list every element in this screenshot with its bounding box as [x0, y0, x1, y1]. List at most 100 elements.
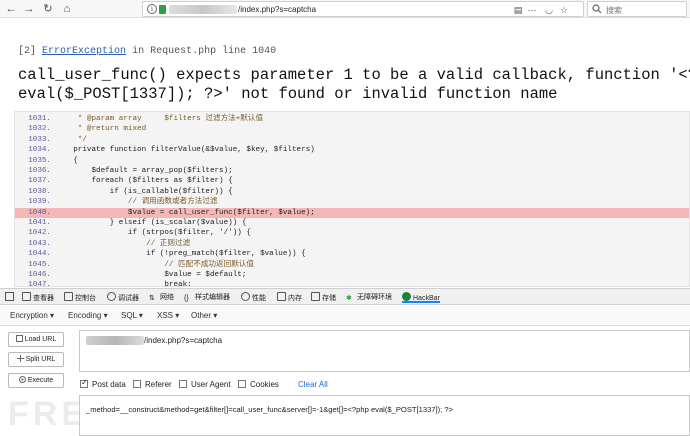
cookies-checkbox[interactable]: Cookies — [238, 380, 279, 389]
error-index: [2] — [18, 46, 37, 57]
line-number: 1040. — [28, 208, 51, 217]
line-number: 1041. — [28, 219, 51, 227]
line-number: 1043. — [28, 239, 51, 248]
search-placeholder: 搜索 — [606, 6, 622, 15]
back-icon[interactable]: ← — [4, 2, 18, 16]
post-data-value[interactable]: _method=__construct&method=get&filter[]=… — [86, 405, 453, 414]
address-bar[interactable]: i /index.php?s=captcha ▤ ··· ◡ ☆ — [142, 1, 584, 17]
more-actions-icon[interactable]: ··· — [527, 5, 537, 15]
style-editor-icon: {} — [184, 295, 189, 302]
browser-toolbar: ← → ↻ ⌂ i /index.php?s=captcha ▤ ··· ◡ ☆… — [0, 0, 690, 18]
checkbox-icon[interactable] — [133, 380, 141, 388]
clear-all-link[interactable]: Clear All — [298, 380, 328, 389]
search-box[interactable]: 搜索 — [587, 1, 687, 17]
info-icon[interactable]: i — [147, 4, 157, 14]
tab-memory[interactable]: 内存 — [277, 292, 302, 303]
pocket-icon[interactable]: ◡ — [544, 5, 554, 15]
menu-other[interactable]: Other ▾ — [191, 311, 217, 320]
tab-accessibility[interactable]: ✱ 无障碍环境 — [346, 292, 392, 303]
line-code: // 调用函数或者方法过滤 — [55, 198, 218, 207]
line-number: 1044. — [28, 250, 51, 259]
error-location: in Request.php line 1040 — [132, 46, 277, 57]
checkbox-icon[interactable] — [179, 380, 187, 388]
code-line: 1044. if (!preg_match($filter, $value)) … — [15, 249, 689, 260]
devtools-picker-icon[interactable] — [5, 292, 16, 303]
code-line: 1033. */ — [15, 135, 689, 146]
forward-icon[interactable]: → — [22, 2, 36, 16]
line-code: $value = call_user_func($filter, $value)… — [55, 208, 315, 217]
tab-storage[interactable]: 存储 — [311, 292, 336, 303]
line-number: 1046. — [28, 271, 51, 279]
execute-button[interactable]: Execute — [8, 373, 64, 388]
tab-performance[interactable]: 性能 — [241, 292, 266, 303]
error-message: call_user_func() expects parameter 1 to … — [18, 66, 690, 104]
tab-network[interactable]: ⇅ 网络 — [149, 292, 174, 303]
execute-icon — [18, 376, 26, 383]
debugger-icon — [107, 292, 116, 301]
tab-inspector[interactable]: 查看器 — [22, 292, 54, 303]
bookmark-star-icon[interactable]: ☆ — [559, 5, 569, 15]
line-number: 1045. — [28, 260, 51, 269]
split-url-button[interactable]: Split URL — [8, 352, 64, 367]
tab-style-editor[interactable]: {} 样式编辑器 — [184, 292, 230, 303]
post-data-input[interactable]: _method=__construct&method=get&filter[]=… — [79, 395, 690, 436]
line-number: 1034. — [28, 146, 51, 155]
line-code: { — [55, 156, 78, 165]
code-line: 1038. if (is_callable($filter)) { — [15, 187, 689, 198]
devtools-tabbar: 查看器 控制台 调试器 ⇅ 网络 {} 样式编辑器 性能 内存 存储 ✱ 无障碍环境 … — [0, 288, 690, 305]
line-number: 1039. — [28, 198, 51, 207]
line-code: $value = $default; — [55, 271, 247, 279]
line-number: 1037. — [28, 177, 51, 186]
tab-debugger[interactable]: 调试器 — [107, 292, 139, 303]
error-message-line2: eval($_POST[1337]); ?>' not found or inv… — [18, 85, 558, 103]
console-icon — [64, 292, 73, 301]
line-number: 1035. — [28, 156, 51, 165]
post-data-checkbox[interactable]: Post data — [80, 378, 126, 389]
url-input-value[interactable]: /index.php?s=captcha — [144, 336, 222, 345]
line-code: foreach ($filters as $filter) { — [55, 177, 233, 186]
lock-icon — [159, 5, 166, 14]
checkbox-checked-icon[interactable] — [80, 378, 88, 388]
code-line: 1035. { — [15, 156, 689, 167]
line-code: // 匹配不成功返回默认值 — [55, 260, 254, 269]
code-line: 1045. // 匹配不成功返回默认值 — [15, 260, 689, 271]
referer-checkbox[interactable]: Referer — [133, 380, 172, 389]
hackbar-icon — [402, 292, 411, 301]
menu-sql[interactable]: SQL ▾ — [121, 311, 143, 320]
menu-encoding[interactable]: Encoding ▾ — [68, 311, 108, 320]
reader-view-icon[interactable]: ▤ — [513, 5, 523, 15]
line-code: if (is_callable($filter)) { — [55, 187, 233, 196]
load-url-button[interactable]: Load URL — [8, 332, 64, 347]
menu-xss[interactable]: XSS ▾ — [157, 311, 179, 320]
inspector-icon — [22, 292, 31, 301]
error-title: [2] ErrorException in Request.php line 1… — [18, 46, 276, 57]
checkbox-icon[interactable] — [238, 380, 246, 388]
line-number: 1038. — [28, 187, 51, 196]
tab-hackbar[interactable]: HackBar — [402, 292, 440, 303]
hackbar-menu: Encryption ▾ Encoding ▾ SQL ▾ XSS ▾ Othe… — [0, 306, 690, 326]
reload-icon[interactable]: ↻ — [41, 2, 55, 16]
line-code: // 正则过滤 — [55, 239, 191, 248]
code-line: 1032. * @return mixed — [15, 124, 689, 135]
user-agent-checkbox[interactable]: User Agent — [179, 380, 231, 389]
code-line: 1043. // 正则过滤 — [15, 239, 689, 250]
address-text[interactable]: /index.php?s=captcha — [238, 5, 316, 14]
exception-link[interactable]: ErrorException — [42, 46, 126, 57]
url-input[interactable]: /index.php?s=captcha — [79, 330, 690, 372]
code-line: 1031. * @param array $filters 过滤方法+默认值 — [15, 114, 689, 125]
menu-encryption[interactable]: Encryption ▾ — [10, 311, 54, 320]
line-code: * @return mixed — [55, 125, 147, 134]
line-code: } elseif (is_scalar($value)) { — [55, 219, 247, 227]
code-line: 1042. if (strpos($filter, '/')) { — [15, 228, 689, 239]
code-line: 1037. foreach ($filters as $filter) { — [15, 176, 689, 187]
code-line: 1036. $default = array_pop($filters); — [15, 166, 689, 177]
line-number: 1042. — [28, 229, 51, 238]
line-number: 1047. — [28, 281, 51, 287]
home-icon[interactable]: ⌂ — [60, 2, 74, 16]
source-code-panel: 1031. * @param array $filters 过滤方法+默认值 10… — [14, 111, 690, 287]
code-line: 1034. private function filterValue(&$val… — [15, 145, 689, 156]
line-code: $default = array_pop($filters); — [55, 167, 233, 175]
error-message-line1: call_user_func() expects parameter 1 to … — [18, 66, 690, 84]
line-number: 1033. — [28, 135, 51, 144]
tab-console[interactable]: 控制台 — [64, 292, 96, 303]
